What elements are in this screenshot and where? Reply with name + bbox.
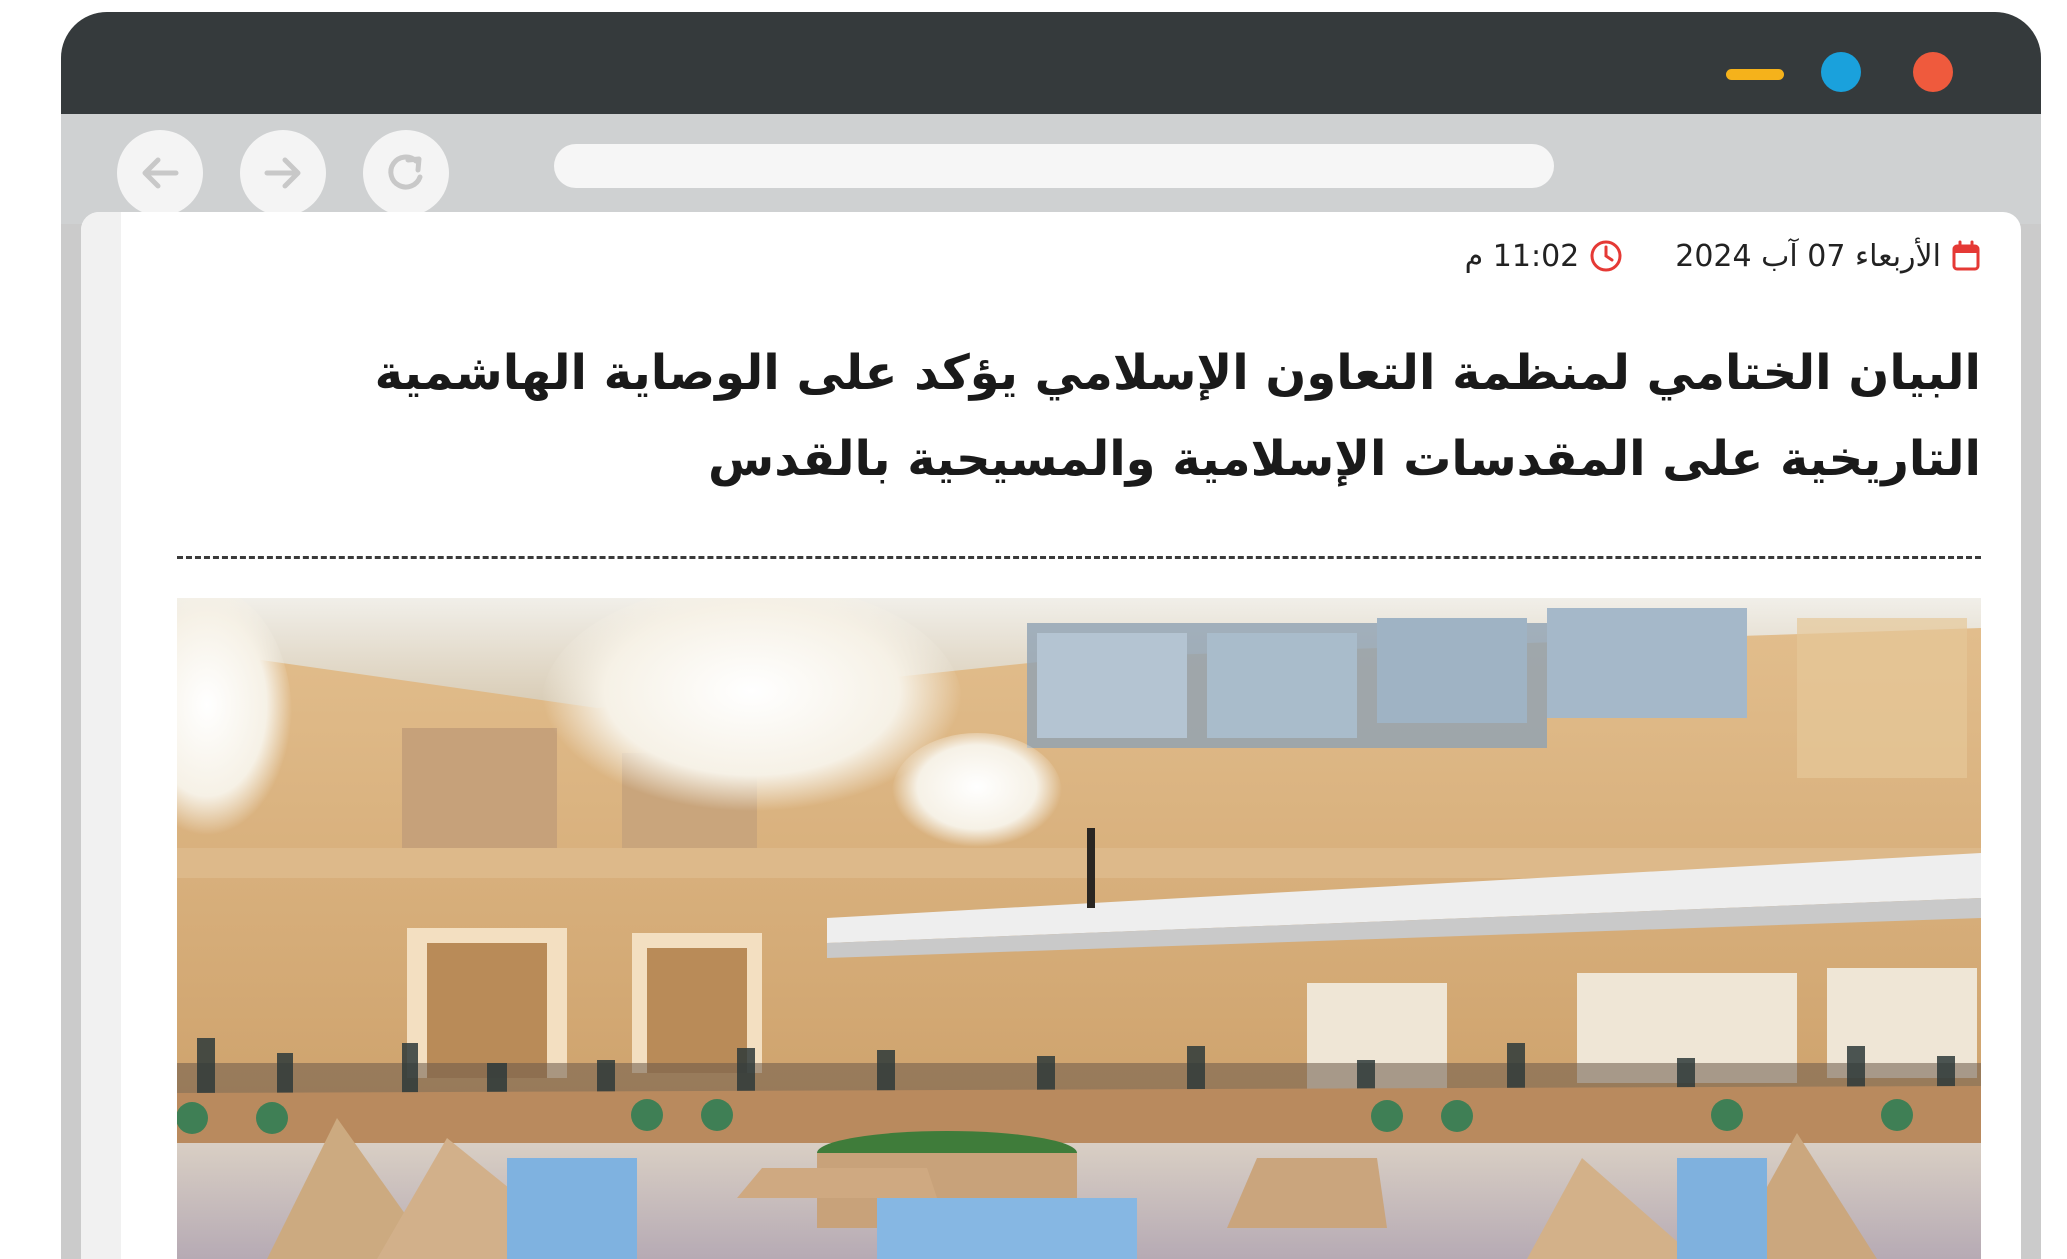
reload-button[interactable] [363, 130, 449, 216]
reload-icon [388, 154, 423, 190]
article-date-text: الأربعاء 07 آب 2024 [1675, 238, 1941, 274]
address-bar[interactable] [554, 144, 1554, 188]
article-time-text: 11:02 م [1464, 238, 1580, 274]
arrow-left-icon [142, 157, 179, 189]
title-bar [61, 12, 2041, 114]
page-left-margin [81, 212, 121, 1259]
article-photo [177, 598, 1981, 1259]
minimize-button[interactable] [1726, 69, 1784, 80]
browser-window: الأربعاء 07 آب 2024 11:02 م البيان الختا… [61, 12, 2041, 1259]
article-time: 11:02 م [1465, 239, 1624, 274]
arrow-right-icon [264, 157, 301, 189]
close-button[interactable] [1913, 52, 1953, 92]
clock-icon [1590, 240, 1622, 272]
back-button[interactable] [117, 130, 203, 216]
maximize-button[interactable] [1821, 52, 1861, 92]
article-date: الأربعاء 07 آب 2024 [1675, 239, 1981, 274]
article-title: البيان الختامي لمنظمة التعاون الإسلامي ي… [374, 345, 1981, 487]
conference-hall-image [177, 598, 1981, 1259]
page-viewport: الأربعاء 07 آب 2024 11:02 م البيان الختا… [81, 212, 2021, 1259]
title-divider [177, 556, 1981, 559]
forward-button[interactable] [240, 130, 326, 216]
article-meta: الأربعاء 07 آب 2024 11:02 م [1465, 234, 1981, 278]
calendar-icon [1952, 240, 1980, 271]
